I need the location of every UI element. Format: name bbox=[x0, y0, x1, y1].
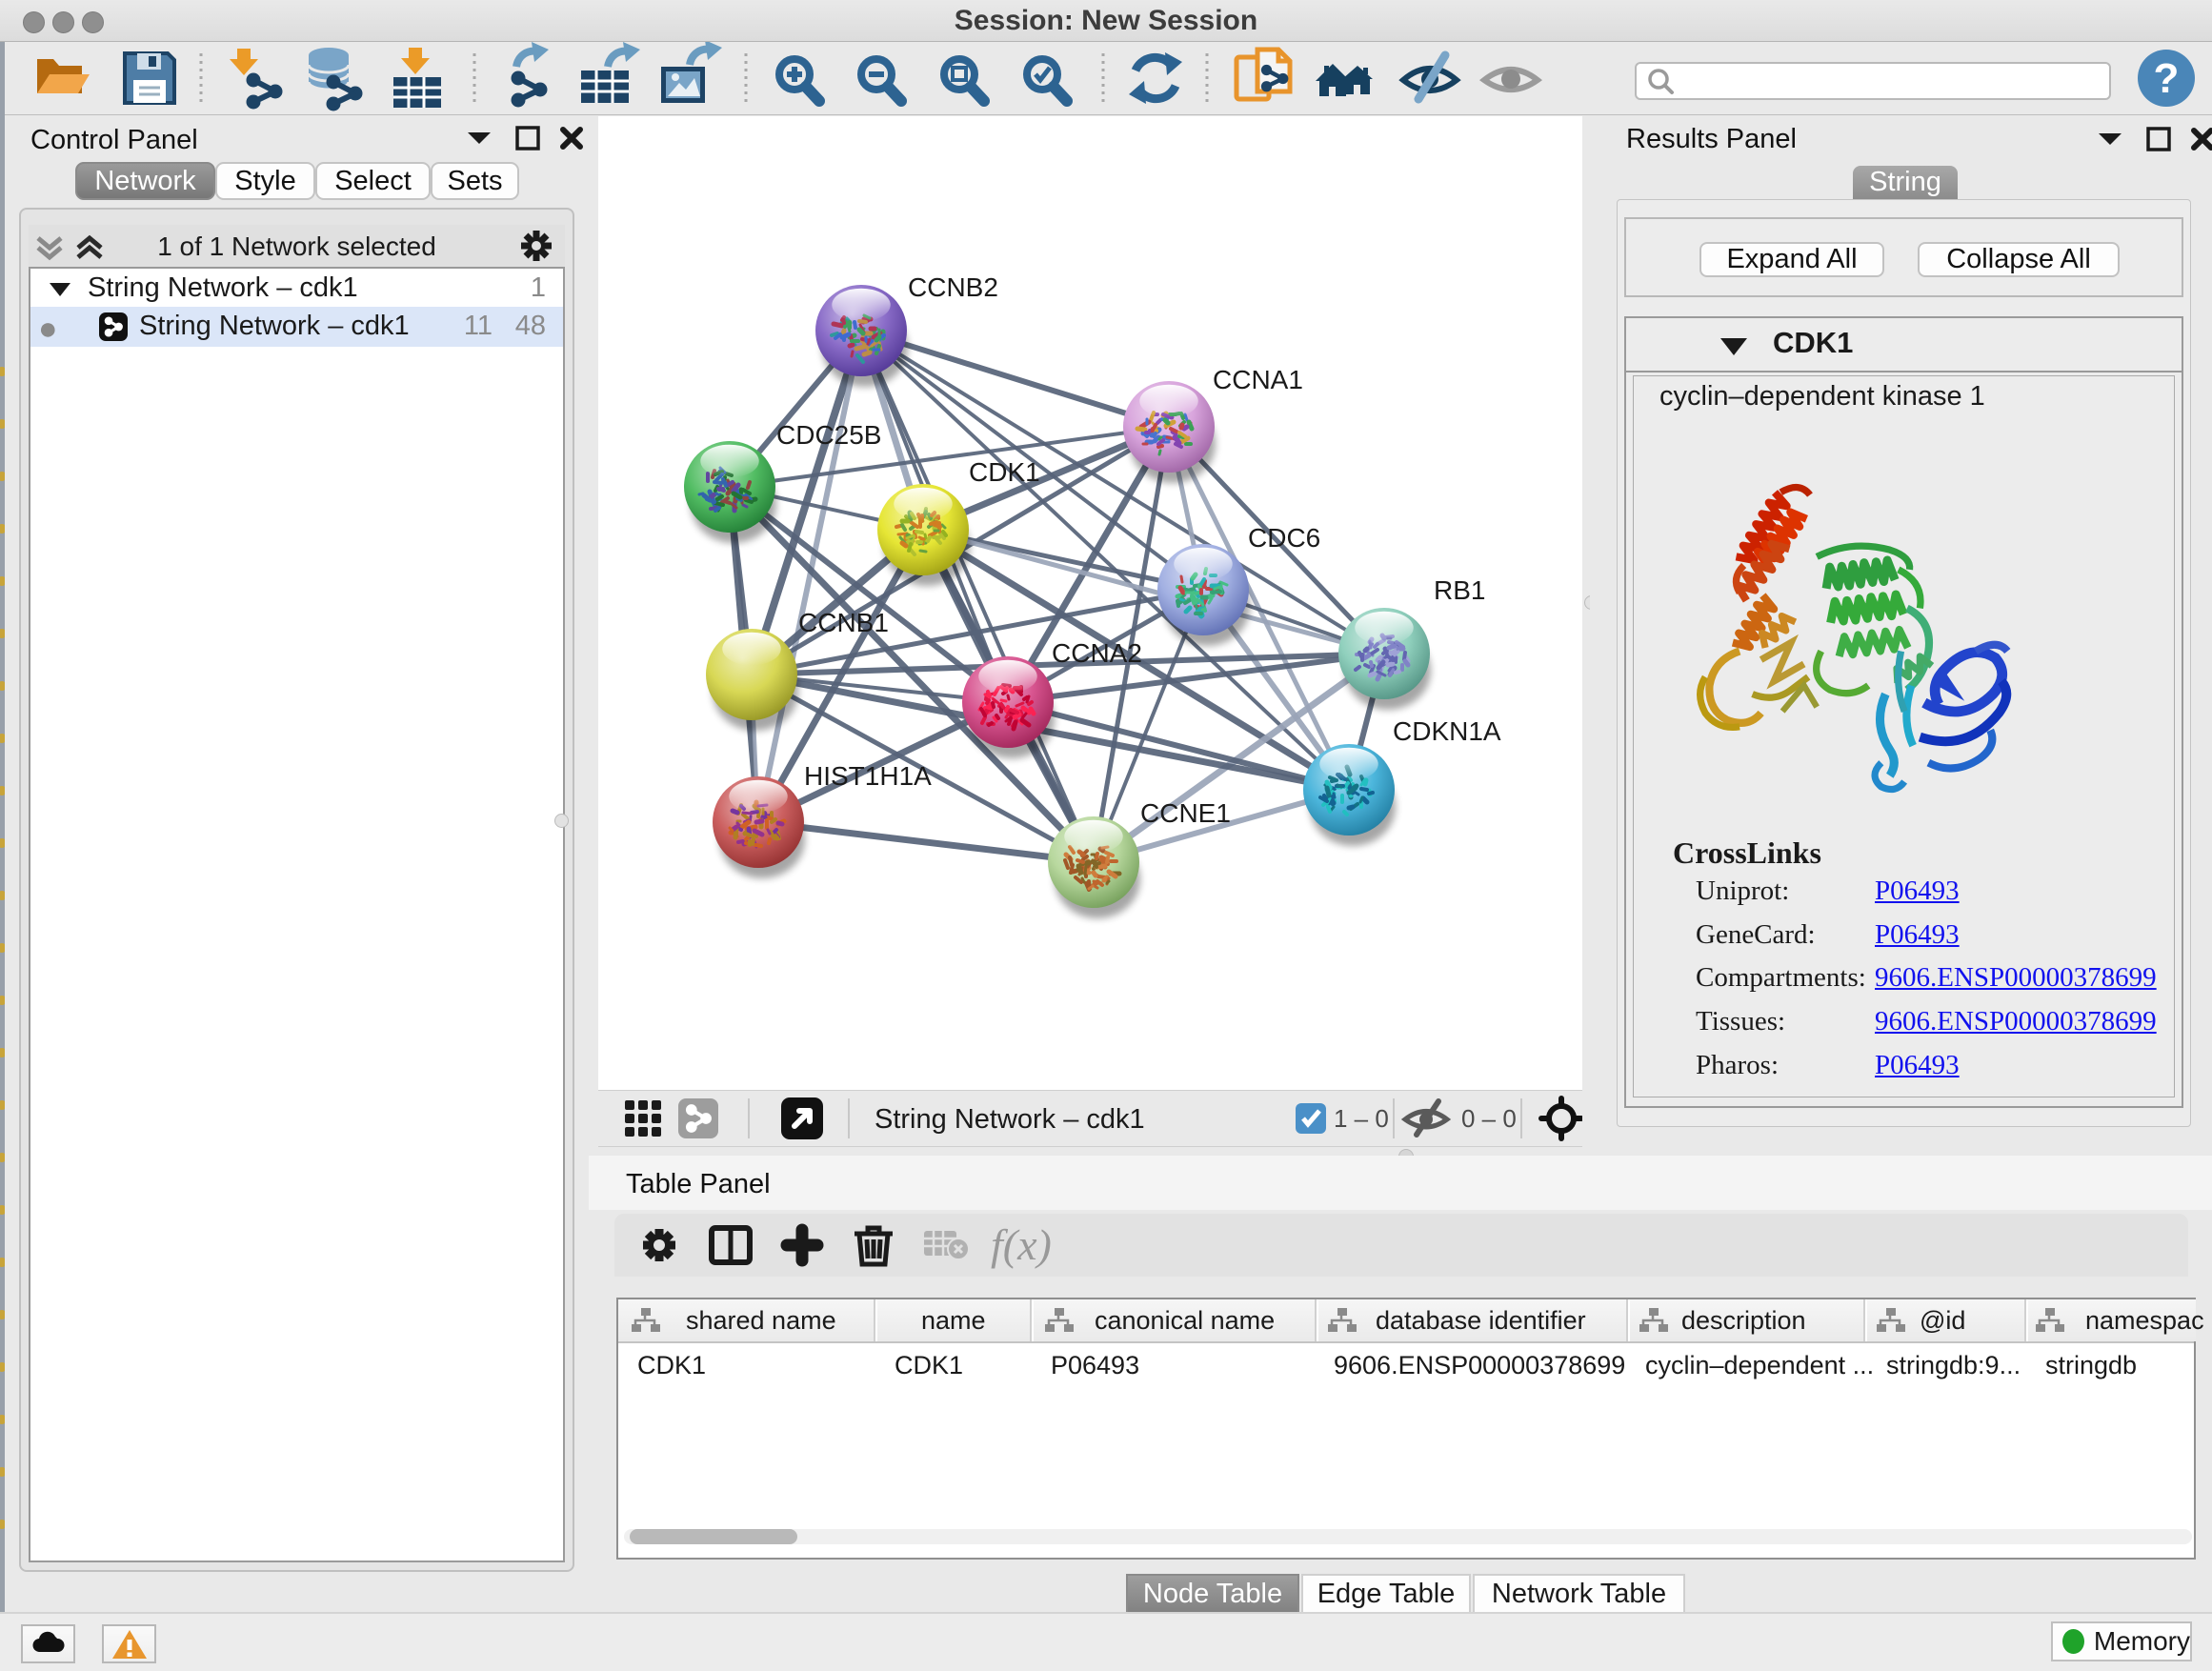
svg-text:RB1: RB1 bbox=[1434, 575, 1485, 605]
svg-text:CCNA2: CCNA2 bbox=[1052, 638, 1142, 668]
svg-text:?: ? bbox=[2154, 55, 2180, 102]
svg-text:CCNB1: CCNB1 bbox=[798, 608, 889, 637]
svg-text:CDKN1A: CDKN1A bbox=[1393, 716, 1501, 746]
svg-text:CCNE1: CCNE1 bbox=[1140, 798, 1231, 828]
svg-text:CDC6: CDC6 bbox=[1248, 523, 1320, 553]
svg-text:0 – 0: 0 – 0 bbox=[1461, 1104, 1517, 1133]
svg-text:CDK1: CDK1 bbox=[969, 457, 1040, 487]
svg-text:f(x): f(x) bbox=[991, 1220, 1052, 1269]
svg-text:String Network – cdk1: String Network – cdk1 bbox=[875, 1104, 1145, 1135]
svg-text:1 – 0: 1 – 0 bbox=[1334, 1104, 1389, 1133]
svg-text:HIST1H1A: HIST1H1A bbox=[804, 761, 932, 791]
svg-text:CCNA1: CCNA1 bbox=[1213, 365, 1303, 394]
svg-text:CCNB2: CCNB2 bbox=[908, 272, 998, 302]
svg-text:CDC25B: CDC25B bbox=[776, 420, 881, 450]
